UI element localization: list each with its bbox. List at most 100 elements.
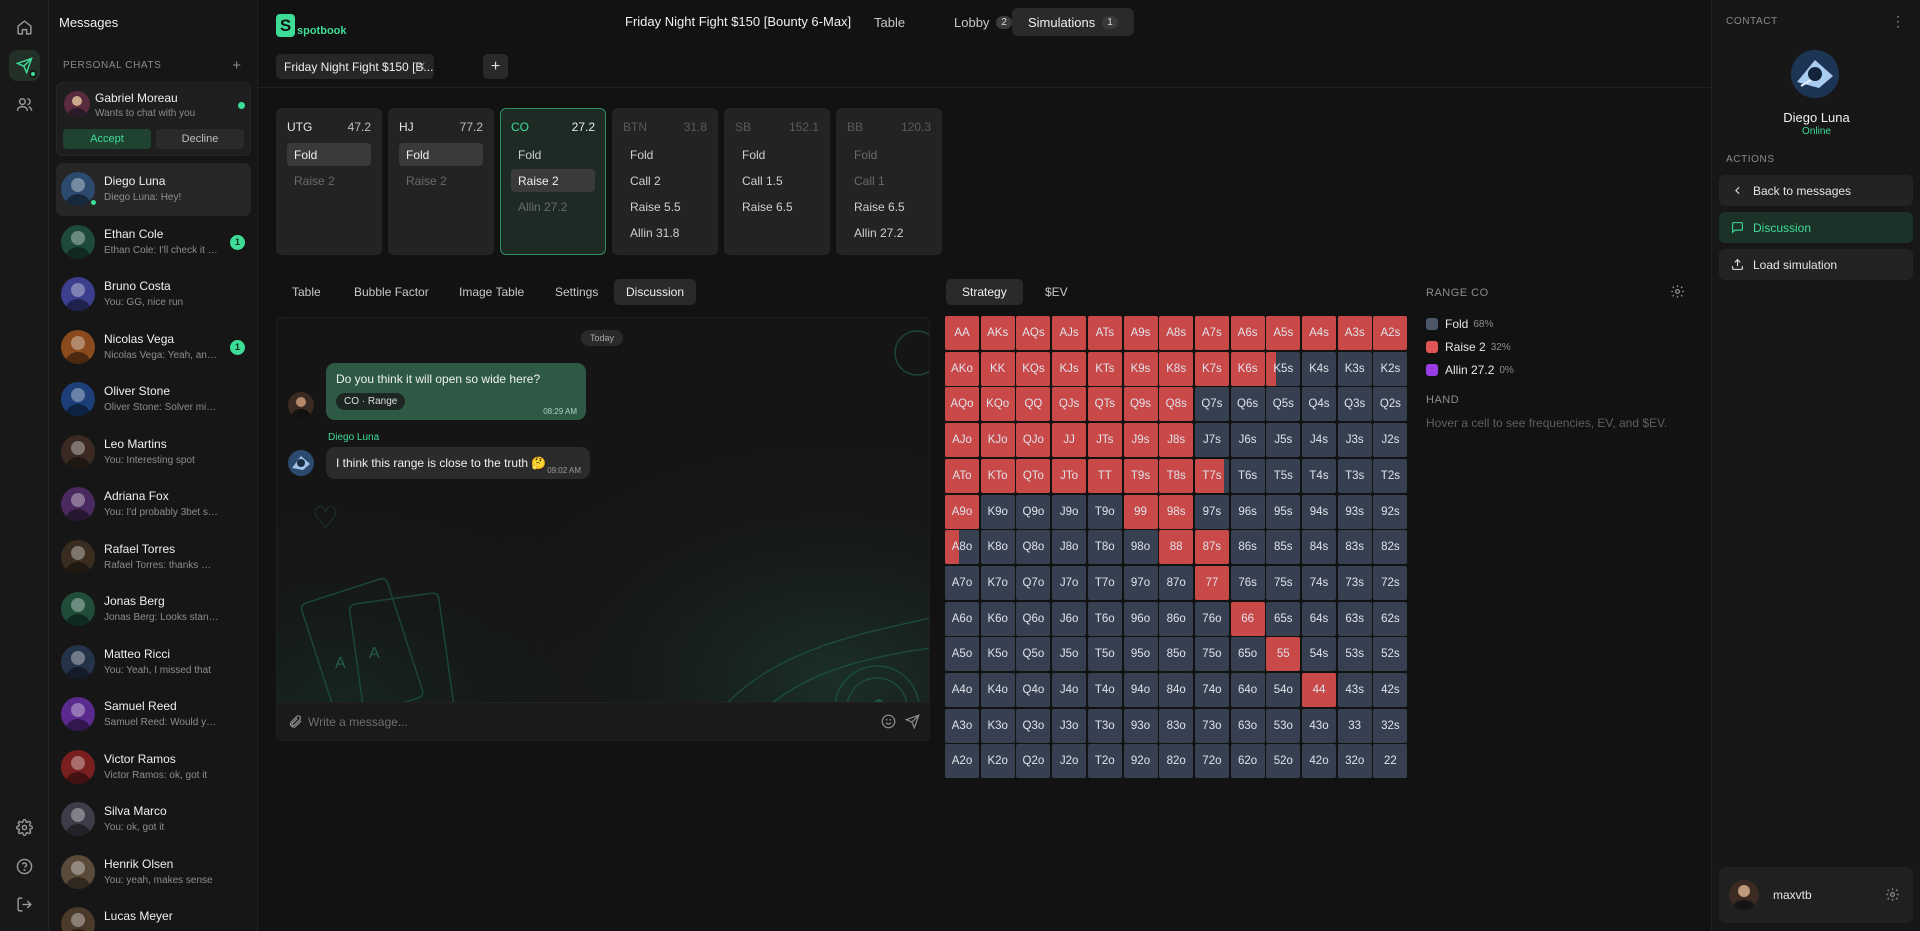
hand-cell[interactable]: A8o	[945, 530, 979, 565]
action-option[interactable]: Fold	[399, 143, 483, 166]
nav-simulations[interactable]: Simulations 1	[1012, 8, 1134, 36]
hand-cell[interactable]: Q6o	[1016, 601, 1051, 636]
hand-cell[interactable]: 52o	[1266, 744, 1301, 779]
hand-cell[interactable]: A3o	[945, 708, 979, 743]
hand-cell[interactable]: K5o	[980, 637, 1015, 672]
hand-cell[interactable]: Q6s	[1230, 387, 1265, 422]
hand-cell[interactable]: 43o	[1302, 708, 1336, 743]
chat-list-item[interactable]: Leo Martins You: Interesting spot	[56, 426, 251, 479]
chat-list-item[interactable]: Lucas Meyer	[56, 898, 251, 931]
hand-cell[interactable]: QTs	[1087, 387, 1122, 422]
chat-list-item[interactable]: Victor Ramos Victor Ramos: ok, got it	[56, 741, 251, 794]
users-icon[interactable]	[9, 89, 40, 120]
hand-cell[interactable]: 84o	[1159, 673, 1194, 707]
hand-cell[interactable]: T4s	[1302, 458, 1336, 493]
settings-icon[interactable]	[9, 812, 40, 843]
hand-cell[interactable]: 63o	[1230, 708, 1265, 743]
hand-cell[interactable]: T3s	[1337, 458, 1372, 493]
hand-cell[interactable]: AQo	[945, 387, 979, 422]
hand-cell[interactable]: 55	[1266, 637, 1301, 672]
hand-cell[interactable]: K2o	[980, 744, 1015, 779]
hand-cell[interactable]: 87o	[1159, 565, 1194, 600]
action-option[interactable]: Fold	[735, 143, 819, 166]
hand-cell[interactable]: 94s	[1302, 494, 1336, 529]
hand-cell[interactable]: T5o	[1087, 637, 1122, 672]
hand-cell[interactable]: K9o	[980, 494, 1015, 529]
hand-cell[interactable]: 98o	[1123, 530, 1158, 565]
hand-cell[interactable]: QQ	[1016, 387, 1051, 422]
hand-cell[interactable]: JTo	[1052, 458, 1087, 493]
hand-cell[interactable]: 44	[1302, 673, 1336, 707]
position-card-co[interactable]: CO 27.2 Fold Raise 2 Allin 27.2	[500, 108, 606, 255]
action-option[interactable]: Fold	[847, 143, 931, 166]
hand-cell[interactable]: Q7s	[1194, 387, 1229, 422]
chat-list-item[interactable]: Jonas Berg Jonas Berg: Looks standard	[56, 583, 251, 636]
hand-cell[interactable]: A4s	[1302, 316, 1336, 350]
send-icon[interactable]	[904, 714, 920, 732]
hand-cell[interactable]: QTo	[1016, 458, 1051, 493]
hand-cell[interactable]: K3o	[980, 708, 1015, 743]
tab-ev[interactable]: $EV	[1029, 279, 1084, 305]
emoji-icon[interactable]	[881, 714, 896, 732]
hand-cell[interactable]: K3s	[1337, 351, 1372, 386]
hand-cell[interactable]: 42s	[1373, 673, 1408, 707]
hand-cell[interactable]: 77	[1194, 565, 1229, 600]
hand-cell[interactable]: Q7o	[1016, 565, 1051, 600]
hand-cell[interactable]: K8o	[980, 530, 1015, 565]
hand-cell[interactable]: A5o	[945, 637, 979, 672]
action-option[interactable]: Raise 5.5	[623, 195, 707, 218]
hand-cell[interactable]: KJo	[980, 423, 1015, 458]
hand-cell[interactable]: K7s	[1194, 351, 1229, 386]
discussion-button[interactable]: Discussion	[1719, 212, 1913, 243]
hand-cell[interactable]: Q3s	[1337, 387, 1372, 422]
hand-cell[interactable]: 83s	[1337, 530, 1372, 565]
hand-cell[interactable]: 75o	[1194, 637, 1229, 672]
hand-cell[interactable]: AJo	[945, 423, 979, 458]
hand-cell[interactable]: J6s	[1230, 423, 1265, 458]
range-attachment-chip[interactable]: CO · Range	[336, 393, 406, 410]
hand-cell[interactable]: 93s	[1337, 494, 1372, 529]
hand-cell[interactable]: T2s	[1373, 458, 1408, 493]
position-card-hj[interactable]: HJ 77.2 Fold Raise 2	[388, 108, 494, 255]
hand-cell[interactable]: J7s	[1194, 423, 1229, 458]
hand-cell[interactable]: JJ	[1052, 423, 1087, 458]
hand-cell[interactable]: KQs	[1016, 351, 1051, 386]
add-chat-icon[interactable]: +	[232, 57, 241, 74]
hand-cell[interactable]: T8s	[1159, 458, 1194, 493]
more-icon[interactable]: ⋮	[1891, 13, 1905, 30]
hand-cell[interactable]: 95s	[1266, 494, 1301, 529]
hand-cell[interactable]: 65s	[1266, 601, 1301, 636]
hand-cell[interactable]: 73o	[1194, 708, 1229, 743]
hand-cell[interactable]: K8s	[1159, 351, 1194, 386]
hand-cell[interactable]: 86s	[1230, 530, 1265, 565]
hand-cell[interactable]: 22	[1373, 744, 1408, 779]
hand-cell[interactable]: T9o	[1087, 494, 1122, 529]
nav-table[interactable]: Table	[858, 8, 921, 36]
hand-cell[interactable]: 92s	[1373, 494, 1408, 529]
hand-cell[interactable]: QJs	[1052, 387, 1087, 422]
chat-list-item[interactable]: Nicolas Vega Nicolas Vega: Yeah, and rive…	[56, 321, 251, 374]
hand-cell[interactable]: Q5o	[1016, 637, 1051, 672]
hand-cell[interactable]: 92o	[1123, 744, 1158, 779]
action-option[interactable]: Raise 2	[511, 169, 595, 192]
close-icon[interactable]: ✕	[417, 60, 426, 73]
chat-list-item[interactable]: Samuel Reed Samuel Reed: Would you shove?	[56, 688, 251, 741]
position-card-btn[interactable]: BTN 31.8 Fold Call 2 Raise 5.5 Allin 31.8	[612, 108, 718, 255]
hand-cell[interactable]: 94o	[1123, 673, 1158, 707]
action-option[interactable]: Allin 31.8	[623, 221, 707, 244]
hand-cell[interactable]: 65o	[1230, 637, 1265, 672]
action-option[interactable]: Call 1.5	[735, 169, 819, 192]
hand-cell[interactable]: T9s	[1123, 458, 1158, 493]
action-option[interactable]: Raise 6.5	[735, 195, 819, 218]
hand-cell[interactable]: 76s	[1230, 565, 1265, 600]
chat-list-item[interactable]: Henrik Olsen You: yeah, makes sense	[56, 846, 251, 899]
subtab-table[interactable]: Table	[280, 279, 333, 305]
hand-cell[interactable]: A8s	[1159, 316, 1194, 350]
hand-cell[interactable]: A2s	[1373, 316, 1408, 350]
hand-cell[interactable]: A7o	[945, 565, 979, 600]
hand-cell[interactable]: 43s	[1337, 673, 1372, 707]
back-to-messages-button[interactable]: Back to messages	[1719, 175, 1913, 206]
hand-cell[interactable]: J3s	[1337, 423, 1372, 458]
hand-cell[interactable]: J2o	[1052, 744, 1087, 779]
hand-cell[interactable]: Q4o	[1016, 673, 1051, 707]
